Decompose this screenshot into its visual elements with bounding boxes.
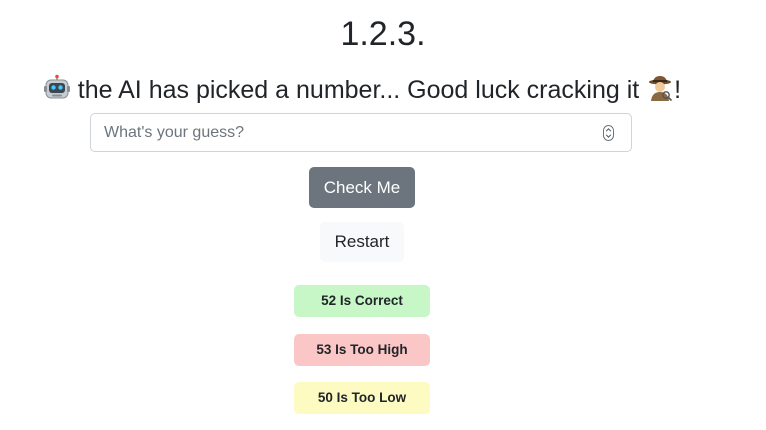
subtitle-text: the AI has picked a number... Good luck … [70,76,647,104]
guessing-game-page: 1.2.3. the AI has picked a number... Goo… [0,0,766,430]
guess-input[interactable] [91,114,604,151]
robot-emoji-icon [43,74,71,102]
check-me-button[interactable]: Check Me [309,167,415,208]
result-badge-too-high: 53 Is Too High [294,334,430,366]
page-subtitle: the AI has picked a number... Good luck … [0,72,724,108]
restart-button[interactable]: Restart [320,222,404,262]
subtitle-end: ! [674,76,682,104]
page-title: 1.2.3. [340,15,426,53]
number-stepper-icon[interactable] [603,125,614,141]
guess-field [90,113,632,152]
detective-emoji-icon [646,74,674,102]
result-badge-correct: 52 Is Correct [294,285,430,317]
result-badge-too-low: 50 Is Too Low [294,382,430,414]
